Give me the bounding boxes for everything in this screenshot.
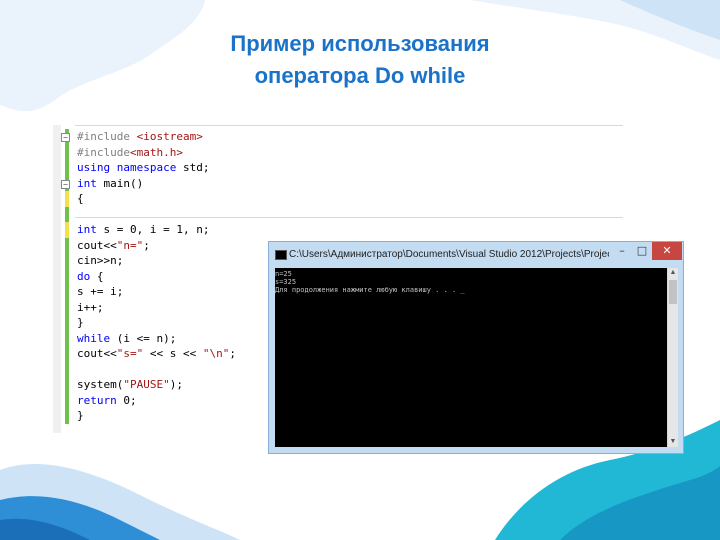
change-indicator-bar: [65, 284, 69, 300]
code-line-text: while (i <= n);: [77, 331, 177, 345]
code-line-text: s += i;: [77, 285, 124, 298]
change-indicator-bar: [65, 268, 69, 284]
code-line[interactable]: int s = 0, i = 1, n;: [53, 222, 623, 238]
close-button[interactable]: ✕: [652, 242, 682, 260]
change-indicator-bar: [65, 144, 69, 160]
change-indicator-bar: [65, 408, 69, 424]
code-line[interactable]: − int main(): [53, 175, 623, 191]
code-line[interactable]: {: [53, 191, 623, 207]
change-indicator-bar: [65, 315, 69, 331]
code-line[interactable]: using namespace std;: [53, 160, 623, 176]
console-window[interactable]: C:\Users\Администратор\Documents\Visual …: [268, 241, 684, 454]
code-line-text: i++;: [77, 300, 104, 314]
code-line-text: #include <iostream>: [77, 130, 203, 143]
code-line-text: }: [77, 316, 84, 329]
change-indicator-bar: [65, 392, 69, 408]
change-indicator-bar: [65, 206, 69, 222]
change-indicator-bar: [65, 346, 69, 362]
code-line-text: #include<math.h>: [77, 145, 183, 159]
console-output-line: n=25: [275, 270, 292, 278]
code-line-text: }: [77, 409, 84, 422]
console-output-line: s=325: [275, 278, 297, 286]
slide-title-line2: оператора Do while: [254, 63, 466, 88]
slide-title-line1: Пример использования: [230, 31, 490, 56]
code-line-text: system("PAUSE");: [77, 378, 183, 391]
change-indicator-bar: [65, 253, 69, 269]
code-line-text: cout<<"n=";: [77, 238, 150, 252]
change-indicator-bar: [65, 222, 69, 238]
scroll-up-arrow-icon[interactable]: ▲: [668, 268, 678, 278]
maximize-button[interactable]: □: [632, 242, 652, 260]
code-line[interactable]: [53, 206, 623, 222]
minimize-button[interactable]: –: [612, 242, 632, 260]
slide-title: Пример использования оператора Do while: [0, 28, 720, 92]
code-line-text: using namespace std;: [77, 161, 210, 174]
fold-toggle-icon[interactable]: −: [61, 179, 70, 189]
change-indicator-bar: [65, 299, 69, 315]
editor-top-border: [75, 125, 623, 126]
code-line-text: return 0;: [77, 393, 137, 407]
console-titlebar[interactable]: C:\Users\Администратор\Documents\Visual …: [269, 242, 683, 268]
fold-toggle-icon[interactable]: −: [61, 133, 70, 142]
scroll-down-arrow-icon[interactable]: ▼: [668, 437, 678, 447]
change-indicator-bar: [65, 330, 69, 346]
change-indicator-bar: [65, 160, 69, 176]
scrollbar-thumb[interactable]: [669, 280, 677, 304]
change-indicator-bar: [65, 191, 69, 207]
console-output[interactable]: n=25 s=325 Для продолжения нажмите любую к…: [275, 268, 667, 447]
change-indicator-bar: [65, 377, 69, 393]
console-window-icon: [275, 250, 287, 260]
code-line-text: {: [77, 192, 84, 205]
code-line[interactable]: #include<math.h>: [53, 144, 623, 160]
change-indicator-bar: [65, 237, 69, 253]
code-line-text: do {: [77, 269, 104, 283]
code-line[interactable]: − #include <iostream>: [53, 129, 623, 145]
console-output-line: Для продолжения нажмите любую клавишу . …: [275, 286, 465, 294]
change-indicator-bar: [65, 361, 69, 377]
code-line-text: int s = 0, i = 1, n;: [77, 223, 210, 236]
console-title: C:\Users\Администратор\Documents\Visual …: [289, 249, 609, 260]
code-line-text: int main(): [77, 176, 144, 190]
code-line-text: cout<<"s=" << s << "\n";: [77, 347, 236, 360]
console-scrollbar[interactable]: ▲ ▼: [668, 268, 678, 447]
code-line-text: cin>>n;: [77, 254, 124, 267]
